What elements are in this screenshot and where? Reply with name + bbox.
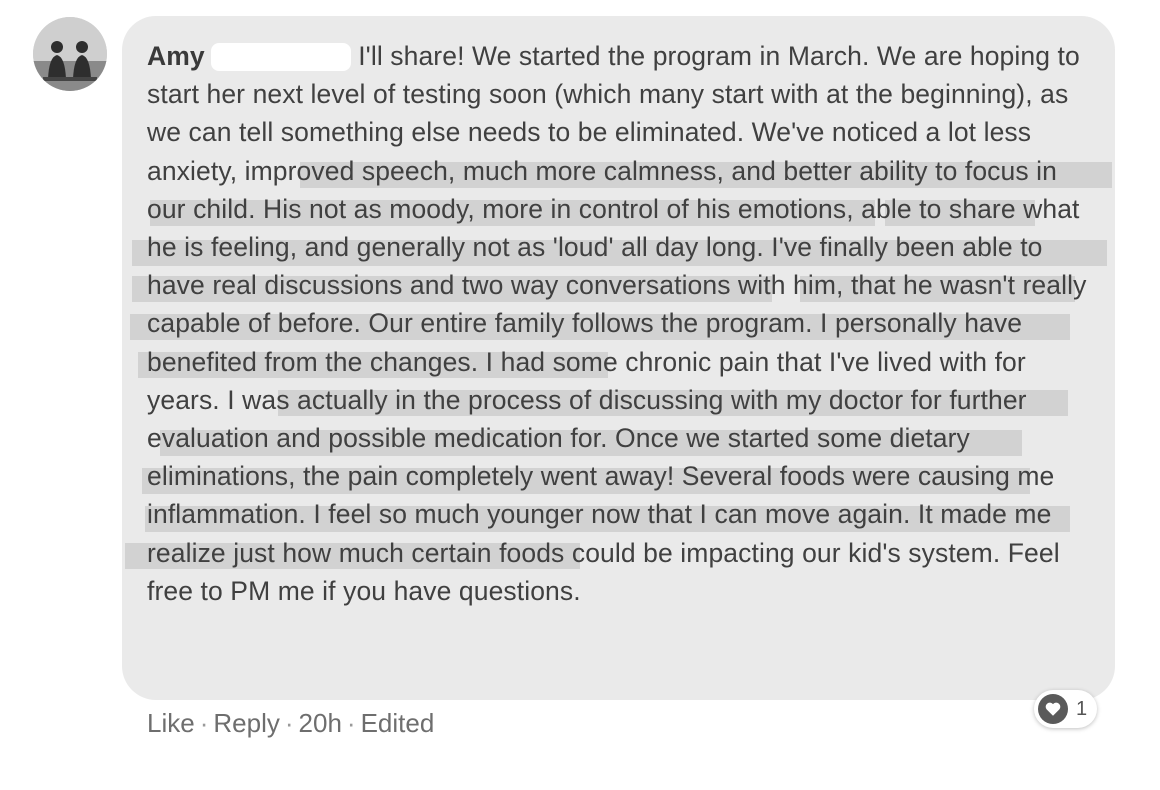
comment-actions: Like · Reply · 20h · Edited <box>147 708 434 739</box>
reaction-badge[interactable]: 1 <box>1034 690 1098 728</box>
separator: · <box>346 708 356 738</box>
separator: · <box>199 708 209 738</box>
edited-label[interactable]: Edited <box>361 708 435 739</box>
comment-text: Amy I'll share! We started the program i… <box>147 37 1097 610</box>
separator: · <box>284 708 294 738</box>
redacted-name <box>210 43 351 71</box>
timestamp[interactable]: 20h <box>299 708 342 739</box>
avatar-photo <box>33 17 107 91</box>
reaction-count: 1 <box>1076 697 1088 720</box>
comment-author[interactable]: Amy <box>147 41 205 71</box>
like-button[interactable]: Like <box>147 708 195 739</box>
reply-button[interactable]: Reply <box>213 708 279 739</box>
heart-icon <box>1038 694 1068 724</box>
avatar[interactable] <box>33 17 107 91</box>
comment-body: I'll share! We started the program in Ma… <box>147 41 1087 606</box>
